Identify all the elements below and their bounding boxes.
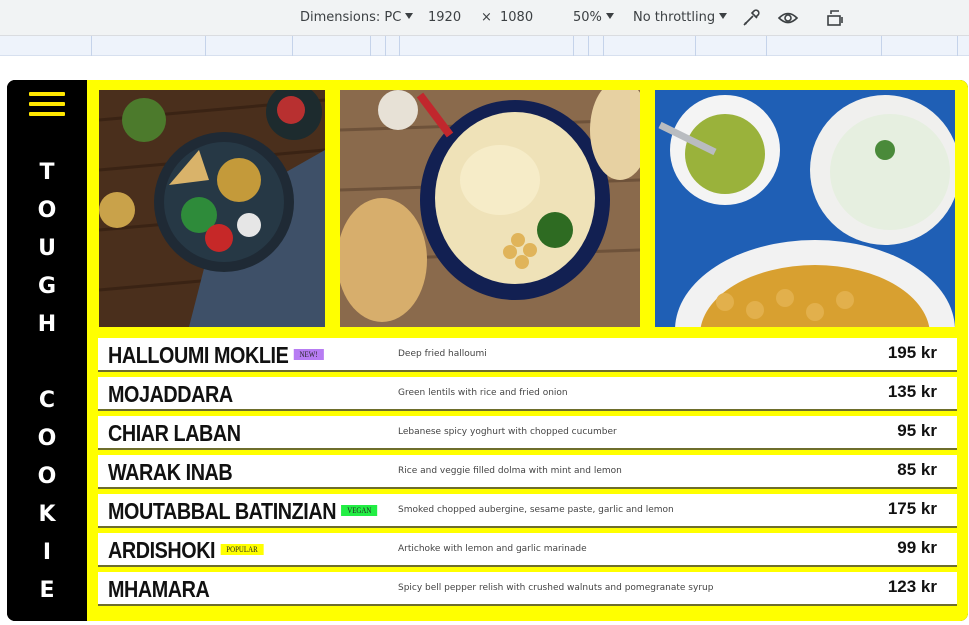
dish-name: HALLOUMI MOKLIE bbox=[108, 342, 289, 368]
sidebar: TOUGHCOOKIE bbox=[7, 80, 87, 621]
dish-name-wrap: MOUTABBAL BATINZIAN VEGAN bbox=[108, 496, 378, 526]
dimensions-dropdown[interactable]: Dimensions: PC bbox=[300, 10, 414, 25]
dish-price: 135 kr bbox=[887, 382, 937, 401]
brand-letter: I bbox=[42, 540, 52, 565]
brand-letter: C bbox=[38, 388, 56, 413]
brand-name: TOUGHCOOKIE bbox=[7, 154, 87, 610]
dish-description: Artichoke with lemon and garlic marinade bbox=[398, 544, 587, 554]
dish-name: WARAK INAB bbox=[108, 459, 233, 485]
dish-name-wrap: HALLOUMI MOKLIE NEW! bbox=[108, 340, 324, 370]
dish-price: 85 kr bbox=[897, 460, 937, 479]
hamburger-menu-icon[interactable] bbox=[29, 92, 65, 118]
throttling-dropdown[interactable]: No throttling bbox=[633, 10, 728, 25]
dish-name-wrap: ARDISHOKI POPULAR bbox=[108, 535, 264, 565]
chevron-down-icon bbox=[719, 13, 728, 19]
dish-name: MOJADDARA bbox=[108, 381, 233, 407]
menu-item[interactable]: MHAMARA Spicy bell pepper relish with cru… bbox=[98, 572, 957, 606]
brand-letter: K bbox=[38, 502, 56, 527]
menu-page: TOUGHCOOKIE HALLOUMI MOKLIE NEW! Deep fr… bbox=[7, 80, 968, 621]
dish-description: Lebanese spicy yoghurt with chopped cucu… bbox=[398, 427, 617, 437]
dish-name-wrap: MHAMARA bbox=[108, 574, 210, 604]
dish-name-wrap: CHIAR LABAN bbox=[108, 418, 241, 448]
times-sign: × bbox=[481, 10, 492, 25]
eyedropper-icon[interactable] bbox=[740, 8, 762, 28]
menu-item[interactable]: ARDISHOKI POPULAR Artichoke with lemon and… bbox=[98, 533, 957, 567]
brand-letter: G bbox=[37, 274, 57, 299]
brand-letter: U bbox=[38, 236, 56, 261]
eye-icon[interactable] bbox=[777, 8, 799, 28]
dish-badge: NEW! bbox=[293, 349, 324, 360]
dish-badge: VEGAN bbox=[341, 505, 378, 516]
dish-description: Deep fried halloumi bbox=[398, 349, 487, 359]
dish-price: 99 kr bbox=[897, 538, 937, 557]
dish-name: CHIAR LABAN bbox=[108, 420, 241, 446]
salad-bowl-photo bbox=[99, 90, 325, 327]
menu-item[interactable]: HALLOUMI MOKLIE NEW! Deep fried halloumi 19… bbox=[98, 338, 957, 372]
width-input[interactable]: 1920 bbox=[428, 10, 461, 25]
media-query-ruler bbox=[0, 36, 969, 56]
dish-price: 95 kr bbox=[897, 421, 937, 440]
dish-name: MHAMARA bbox=[108, 576, 210, 602]
chevron-down-icon bbox=[405, 13, 414, 19]
dish-name-wrap: WARAK INAB bbox=[108, 457, 233, 487]
brand-letter: O bbox=[37, 464, 57, 489]
menu-content: HALLOUMI MOKLIE NEW! Deep fried halloumi 19… bbox=[87, 80, 968, 621]
height-input[interactable]: 1080 bbox=[500, 10, 533, 25]
throttling-label: No throttling bbox=[633, 10, 716, 25]
brand-letter: O bbox=[37, 426, 57, 451]
menu-item[interactable]: CHIAR LABAN Lebanese spicy yoghurt with c… bbox=[98, 416, 957, 450]
brand-letter: O bbox=[37, 198, 57, 223]
dish-badge: POPULAR bbox=[220, 544, 264, 555]
zoom-dropdown[interactable]: 50% bbox=[573, 10, 614, 25]
hummus-plate-photo bbox=[340, 90, 640, 327]
menu-item[interactable]: MOJADDARA Green lentils with rice and fri… bbox=[98, 377, 957, 411]
dish-price: 195 kr bbox=[887, 343, 937, 362]
brand-letter: H bbox=[37, 312, 57, 337]
dish-name: ARDISHOKI bbox=[108, 537, 216, 563]
dish-price: 123 kr bbox=[887, 577, 937, 596]
dish-price: 175 kr bbox=[887, 499, 937, 518]
dish-description: Rice and veggie filled dolma with mint a… bbox=[398, 466, 622, 476]
dish-name-wrap: MOJADDARA bbox=[108, 379, 233, 409]
dish-description: Green lentils with rice and fried onion bbox=[398, 388, 568, 398]
dish-description: Smoked chopped aubergine, sesame paste, … bbox=[398, 505, 674, 515]
dish-name: MOUTABBAL BATINZIAN bbox=[108, 498, 337, 524]
rotate-icon[interactable] bbox=[825, 8, 847, 28]
brand-space bbox=[7, 344, 87, 382]
dimensions-label: Dimensions: PC bbox=[300, 10, 402, 25]
brand-letter: E bbox=[39, 578, 55, 603]
menu-item[interactable]: WARAK INAB Rice and veggie filled dolma w… bbox=[98, 455, 957, 489]
devtools-toolbar: Dimensions: PC 1920 × 1080 50% No thrott… bbox=[0, 0, 969, 36]
chevron-down-icon bbox=[605, 13, 614, 19]
brand-letter: T bbox=[39, 160, 55, 185]
menu-item[interactable]: MOUTABBAL BATINZIAN VEGAN Smoked chopped a… bbox=[98, 494, 957, 528]
dish-description: Spicy bell pepper relish with crushed wa… bbox=[398, 583, 714, 593]
zoom-label: 50% bbox=[573, 10, 602, 25]
dips-bowls-photo bbox=[655, 90, 955, 327]
